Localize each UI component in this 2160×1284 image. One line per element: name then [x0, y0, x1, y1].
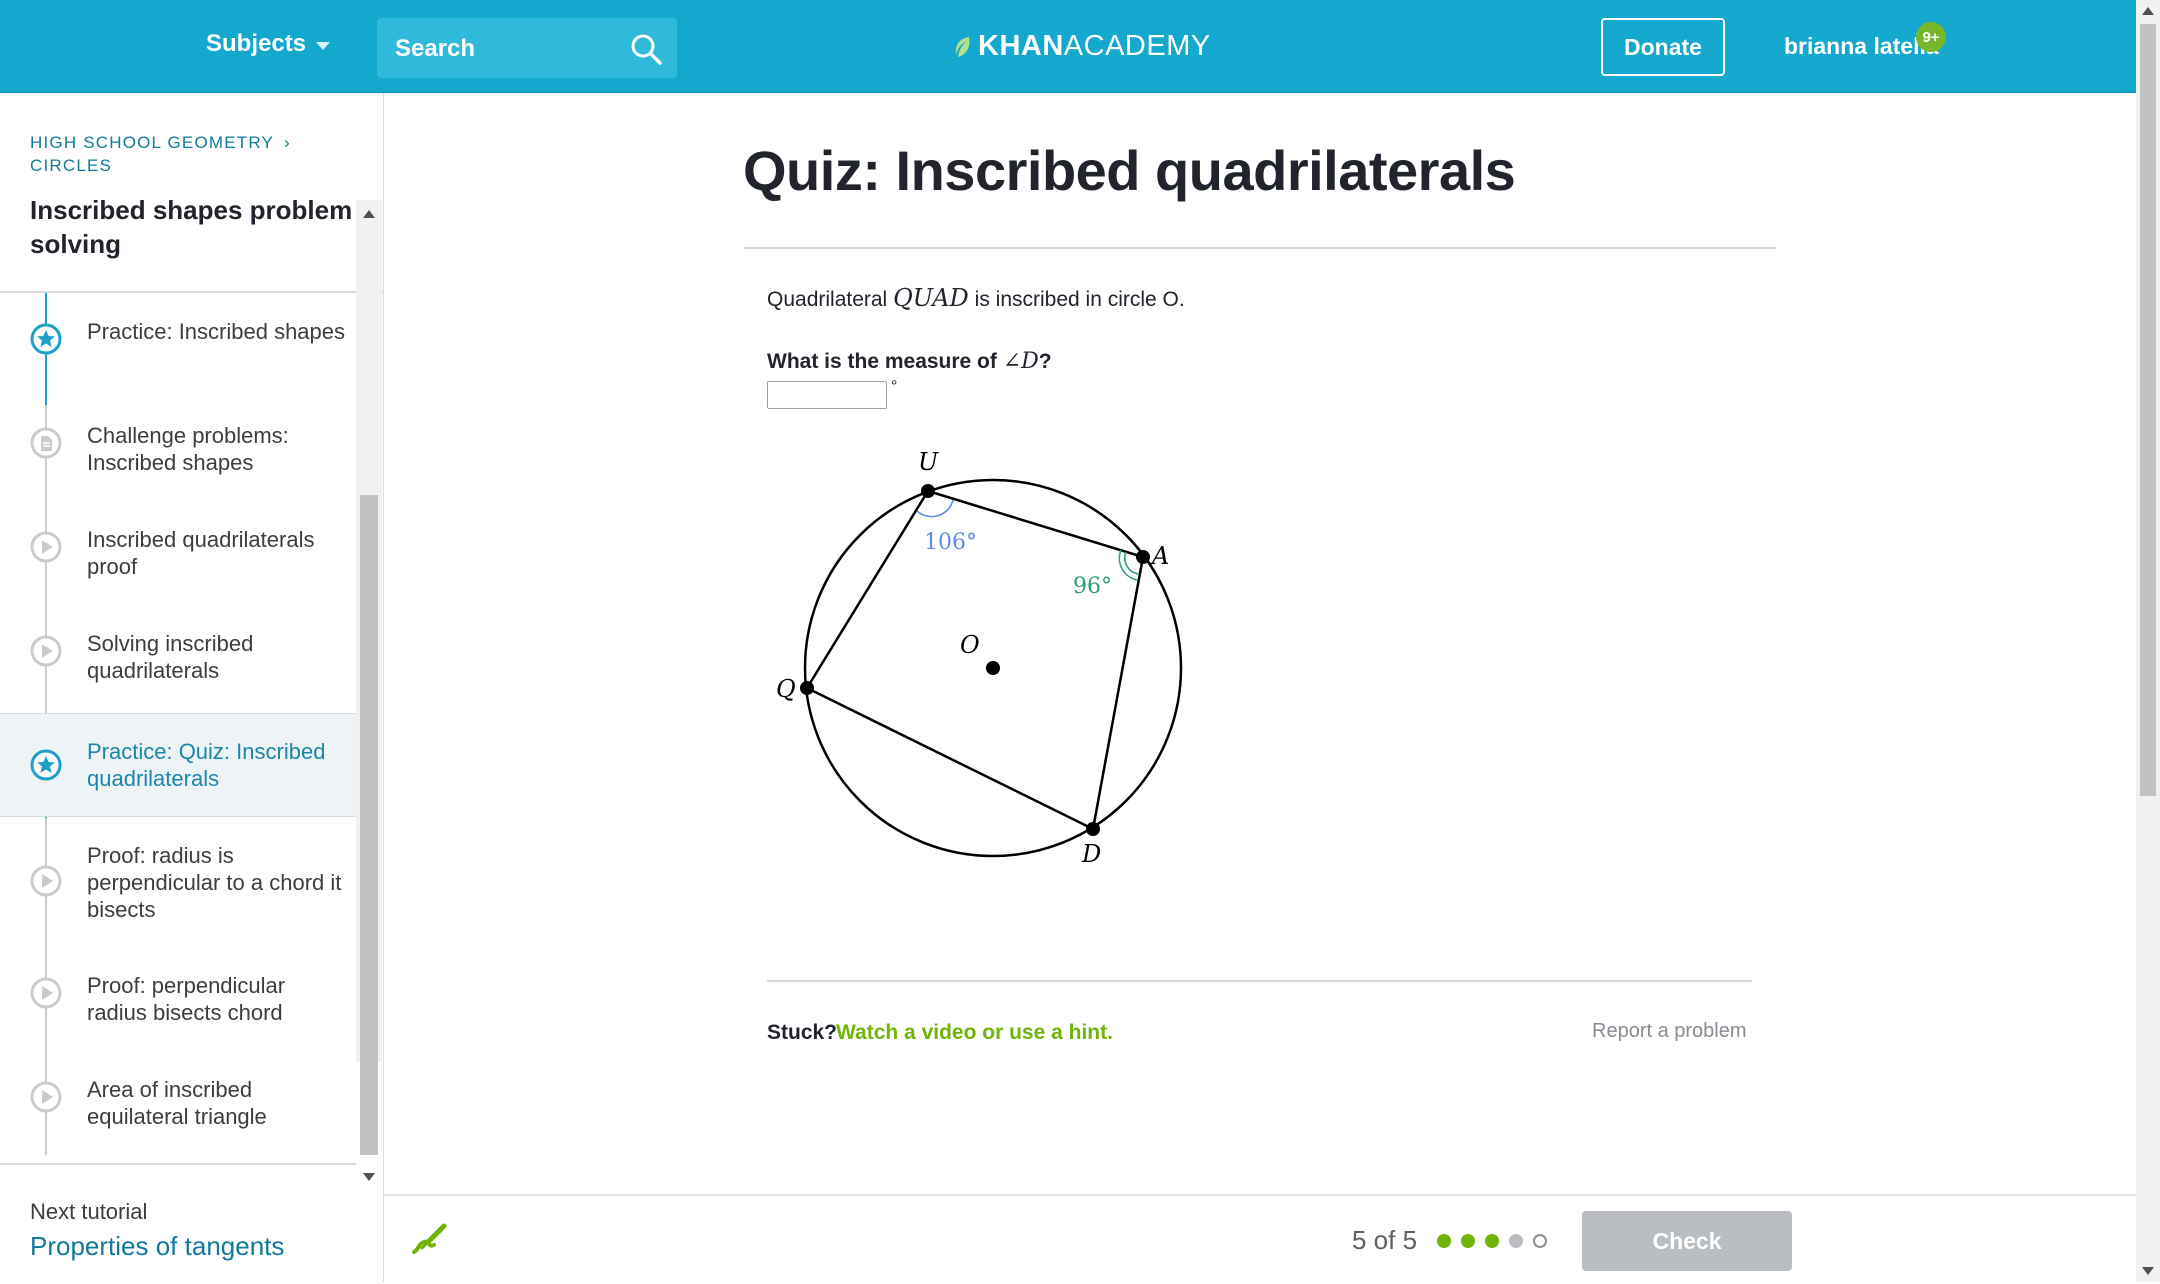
sidebar-item-quiz-inscribed-quadrilaterals[interactable]: Practice: Quiz: Inscribed quadrilaterals	[0, 713, 356, 817]
scratchpad-icon[interactable]	[408, 1218, 450, 1260]
label-u: U	[918, 448, 939, 476]
question-math: ∠D	[1002, 349, 1039, 374]
khan-academy-logo[interactable]: KHANACADEMY	[954, 30, 1211, 63]
report-problem-link[interactable]: Report a problem	[1592, 1020, 1747, 1043]
progress-dot-pending	[1509, 1234, 1523, 1248]
center-o	[986, 661, 1000, 675]
question-prefix: What is the measure of	[767, 350, 1003, 373]
exercise-footer	[384, 1194, 2136, 1284]
breadcrumb-course-link[interactable]: HIGH SCHOOL GEOMETRY	[30, 133, 274, 152]
chevron-right-icon: ›	[284, 133, 291, 152]
breadcrumb-unit-link[interactable]: CIRCLES	[30, 154, 291, 177]
sidebar-title: Inscribed shapes problem solving	[30, 195, 353, 259]
progress-dot-correct	[1437, 1234, 1451, 1248]
logo-academy-text: ACADEMY	[1063, 30, 1211, 62]
next-tutorial-link[interactable]: Properties of tangents	[30, 1231, 284, 1262]
angle-u-label: 106°	[924, 530, 977, 555]
point-d	[1086, 822, 1100, 836]
play-icon	[30, 635, 62, 667]
question-prompt: What is the measure of ∠D?	[767, 349, 1052, 374]
sidebar-item-label: Challenge problems: Inscribed shapes	[87, 423, 289, 475]
sidebar-item-label: Practice: Inscribed shapes	[87, 319, 346, 344]
problem-text-prefix: Quadrilateral	[767, 288, 894, 311]
progress-counter: 5 of 5	[1352, 1225, 1418, 1255]
problem-math: QUAD	[893, 284, 969, 312]
star-icon	[30, 323, 62, 355]
progress-dot-current	[1533, 1234, 1547, 1248]
check-button[interactable]: Check	[1582, 1211, 1792, 1271]
progress-dot-correct	[1485, 1234, 1499, 1248]
label-a: A	[1150, 542, 1169, 570]
problem-statement: Quadrilateral QUAD is inscribed in circl…	[767, 284, 1185, 312]
label-q: Q	[776, 675, 796, 703]
sidebar-item-label: Inscribed quadrilaterals proof	[87, 527, 315, 579]
sidebar-item-label: Proof: radius is perpendicular to a chor…	[87, 843, 342, 922]
answer-input[interactable]	[767, 381, 887, 409]
degree-unit-label: °	[891, 378, 898, 395]
leaf-icon	[955, 36, 970, 57]
play-icon	[30, 1081, 62, 1113]
inscribed-quadrilateral-figure: U A D Q O 106° 96°	[776, 448, 1183, 868]
play-icon	[30, 977, 62, 1009]
play-icon	[30, 865, 62, 897]
angle-a-label: 96°	[1073, 574, 1112, 599]
point-u	[921, 484, 935, 498]
search-icon[interactable]	[629, 32, 663, 66]
scroll-up-arrow-icon[interactable]	[363, 210, 375, 218]
notification-badge[interactable]: 9+	[1916, 22, 1946, 52]
sidebar-item-practice-inscribed-shapes[interactable]: Practice: Inscribed shapes	[0, 293, 356, 397]
point-q	[800, 681, 814, 695]
question-suffix: ?	[1038, 350, 1052, 373]
point-a	[1136, 550, 1150, 564]
sidebar-scrollbar-thumb[interactable]	[360, 495, 378, 1155]
article-icon	[30, 427, 62, 459]
search-input[interactable]	[393, 18, 627, 80]
progress-dot-correct	[1461, 1234, 1475, 1248]
play-icon	[30, 531, 62, 563]
label-o: O	[960, 631, 980, 659]
scroll-down-arrow-icon[interactable]	[363, 1173, 375, 1181]
scroll-up-arrow-icon[interactable]	[2142, 7, 2154, 15]
top-navigation-bar: Subjects KHANACADEMY Donate brianna late…	[0, 0, 2136, 93]
tutorial-sidebar: HIGH SCHOOL GEOMETRY › CIRCLES Inscribed …	[0, 93, 384, 1282]
star-icon	[30, 749, 62, 781]
search-box	[377, 18, 677, 80]
sidebar-item-label: Practice: Quiz: Inscribed quadrilaterals	[87, 739, 326, 791]
sidebar-item-label: Solving inscribed quadrilaterals	[87, 631, 254, 683]
sidebar-item-label: Area of inscribed equilateral triangle	[87, 1077, 267, 1129]
divider	[0, 1163, 356, 1165]
next-tutorial-label: Next tutorial	[30, 1199, 148, 1224]
divider	[767, 980, 1752, 982]
sidebar-item-proof-radius-perpendicular[interactable]: Proof: radius is perpendicular to a chor…	[0, 817, 356, 947]
breadcrumb: HIGH SCHOOL GEOMETRY › CIRCLES	[30, 131, 291, 177]
page-scrollbar-thumb[interactable]	[2140, 24, 2156, 796]
subjects-menu-button[interactable]: Subjects	[206, 30, 331, 58]
hint-link[interactable]: Watch a video or use a hint.	[836, 1021, 1113, 1045]
tutorial-content-list: Practice: Inscribed shapes Challenge pro…	[0, 293, 356, 1155]
sidebar-item-inscribed-quadrilaterals-proof[interactable]: Inscribed quadrilaterals proof	[0, 501, 356, 605]
stuck-label: Stuck?	[767, 1021, 838, 1044]
sidebar-item-solving-inscribed-quadrilaterals[interactable]: Solving inscribed quadrilaterals	[0, 605, 356, 709]
logo-khan-text: KHAN	[978, 30, 1064, 62]
sidebar-item-label: Proof: perpendicular radius bisects chor…	[87, 973, 286, 1025]
page-title: Quiz: Inscribed quadrilaterals	[743, 139, 1516, 202]
divider	[743, 247, 1776, 249]
sidebar-item-proof-perpendicular-radius[interactable]: Proof: perpendicular radius bisects chor…	[0, 947, 356, 1051]
sidebar-item-area-inscribed-triangle[interactable]: Area of inscribed equilateral triangle	[0, 1051, 356, 1155]
problem-text-suffix: is inscribed in circle O.	[968, 288, 1185, 311]
chevron-down-icon	[316, 42, 331, 50]
subjects-label: Subjects	[206, 30, 307, 57]
donate-button[interactable]: Donate	[1601, 18, 1725, 76]
scroll-down-arrow-icon[interactable]	[2142, 1267, 2154, 1275]
sidebar-item-challenge-problems[interactable]: Challenge problems: Inscribed shapes	[0, 397, 356, 501]
label-d: D	[1081, 840, 1101, 868]
